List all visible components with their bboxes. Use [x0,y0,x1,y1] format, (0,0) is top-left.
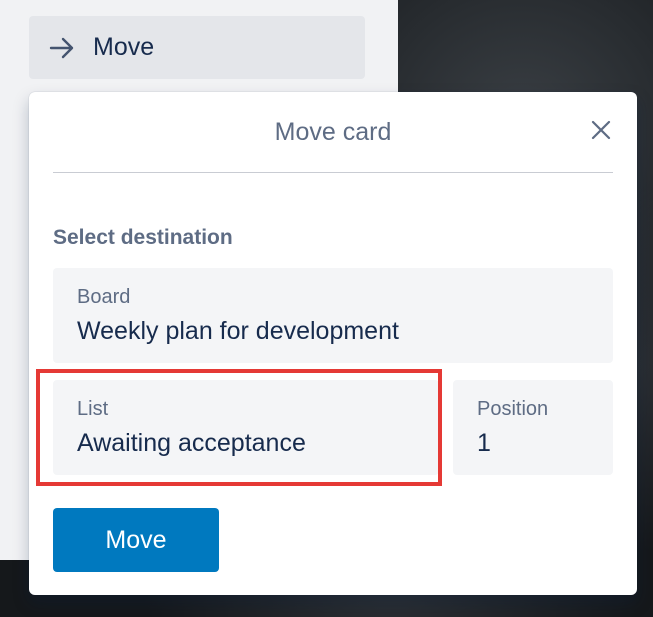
list-value: Awaiting acceptance [77,429,306,457]
position-select[interactable]: Position 1 [453,380,613,475]
close-icon [591,120,611,145]
list-select[interactable]: List Awaiting acceptance [53,380,439,475]
position-label: Position [477,398,549,420]
board-value: Weekly plan for development [77,317,399,345]
list-label: List [77,398,109,420]
board-select[interactable]: Board Weekly plan for development [53,268,613,363]
arrow-right-icon [49,33,79,63]
position-value: 1 [477,429,491,457]
popover-header: Move card [53,92,613,173]
select-destination-heading: Select destination [53,226,233,249]
popover-title: Move card [274,117,392,146]
move-card-popover: Move card Select destination Board Weekl… [29,92,637,595]
move-submit-button[interactable]: Move [53,508,219,572]
close-button[interactable] [587,118,615,146]
board-label: Board [77,286,131,308]
move-action-button[interactable]: Move [29,16,365,79]
move-action-label: Move [93,33,155,61]
